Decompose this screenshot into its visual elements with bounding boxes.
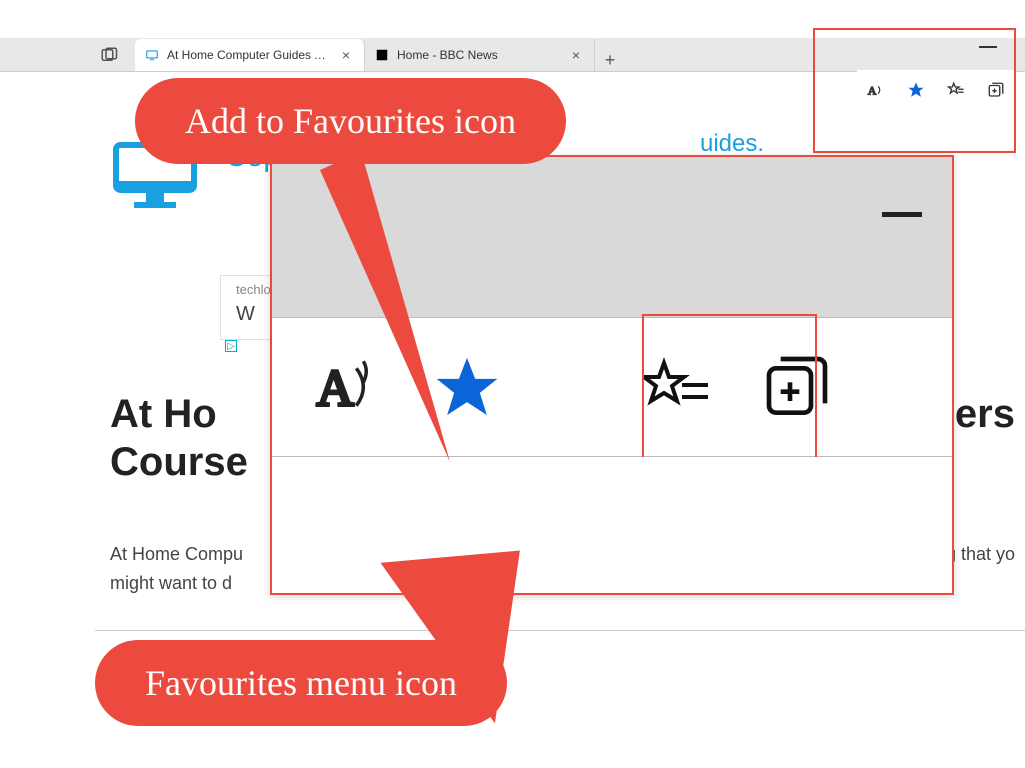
tab-at-home-computer[interactable]: At Home Computer Guides And ×: [135, 39, 365, 71]
collections-icon[interactable]: [987, 81, 1005, 99]
nav-guides[interactable]: uides.: [700, 130, 764, 158]
body-paragraph-right: g that yo: [946, 540, 1015, 569]
new-tab-button[interactable]: +: [595, 50, 625, 71]
heading-line2: Course: [110, 440, 248, 484]
site-icon: [145, 48, 159, 62]
toolbar-right: A: [857, 70, 1015, 110]
favourites-menu-icon[interactable]: [642, 352, 712, 422]
callout-favourites-menu: Favourites menu icon: [95, 640, 507, 726]
plus-icon: +: [605, 50, 616, 71]
svg-text:A: A: [317, 361, 354, 418]
svg-text:A: A: [868, 84, 877, 98]
tab-title: At Home Computer Guides And: [167, 48, 330, 62]
callout-text: Favourites menu icon: [145, 663, 457, 703]
window-top-spacer: [0, 0, 1025, 38]
divider: [95, 630, 1025, 631]
zoom-toolbar: A: [272, 317, 952, 457]
add-favourite-icon[interactable]: [907, 81, 925, 99]
read-aloud-icon[interactable]: A: [312, 352, 382, 422]
page-heading: At Ho Course: [110, 390, 248, 486]
tab-bbc-news[interactable]: Home - BBC News ×: [365, 39, 595, 71]
close-icon[interactable]: ×: [568, 47, 584, 63]
site-icon: [375, 48, 389, 62]
zoom-content-area: [272, 457, 952, 593]
minimize-button[interactable]: [979, 46, 997, 48]
read-aloud-icon[interactable]: A: [867, 81, 885, 99]
heading-line1: At Ho: [110, 392, 217, 436]
minimize-icon[interactable]: [882, 212, 922, 217]
body-line1: At Home Compu: [110, 544, 243, 564]
favourites-menu-icon[interactable]: [947, 81, 965, 99]
tab-title: Home - BBC News: [397, 48, 560, 62]
collections-icon[interactable]: [762, 352, 832, 422]
tab-actions-icon[interactable]: [100, 46, 118, 64]
body-paragraph: At Home Compu might want to d: [110, 540, 243, 598]
close-icon[interactable]: ×: [338, 47, 354, 63]
callout-text: Add to Favourites icon: [185, 101, 516, 141]
callout-add-favourite: Add to Favourites icon: [135, 78, 566, 164]
adchoices-icon[interactable]: ▷: [225, 340, 237, 352]
body-line2: might want to d: [110, 573, 232, 593]
tab-strip: At Home Computer Guides And × Home - BBC…: [0, 38, 1025, 72]
